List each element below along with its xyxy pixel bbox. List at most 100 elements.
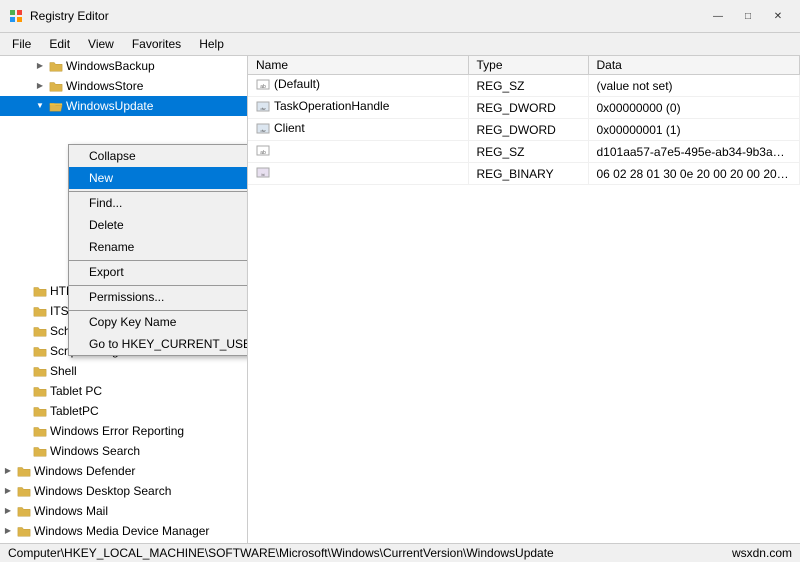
ctx-rename[interactable]: Rename — [69, 236, 247, 258]
folder-icon — [32, 423, 48, 439]
registry-table: Name Type Data ab (Default) REG_SZ — [248, 56, 800, 185]
expand-arrow — [0, 463, 16, 479]
expand-arrow — [16, 443, 32, 459]
expand-arrow — [32, 98, 48, 114]
row-data: 0x00000000 (0) — [588, 97, 800, 119]
tree-item-shell[interactable]: Shell — [0, 361, 247, 381]
minimize-button[interactable]: — — [704, 6, 732, 26]
tree-item-wmdm[interactable]: Windows Media Device Manager — [0, 521, 247, 541]
row-name: ab (Default) — [248, 75, 468, 97]
tree-item-windows-desktop-search[interactable]: Windows Desktop Search — [0, 481, 247, 501]
menu-favorites[interactable]: Favorites — [124, 35, 189, 53]
tree-label: Windows Search — [50, 442, 140, 460]
folder-icon — [48, 58, 64, 74]
tree-label: TabletPC — [50, 402, 99, 420]
folder-icon — [16, 463, 32, 479]
tree-item-windows-search[interactable]: Windows Search — [0, 441, 247, 461]
ctx-delete[interactable]: Delete — [69, 214, 247, 236]
close-button[interactable]: ✕ — [764, 6, 792, 26]
tree-item-windows-mail[interactable]: Windows Mail — [0, 501, 247, 521]
table-row[interactable]: dw Client REG_DWORD 0x00000001 (1) — [248, 119, 800, 141]
col-header-data[interactable]: Data — [588, 56, 800, 75]
table-row[interactable]: bi REG_BINARY 06 02 28 01 30 0e 20 00 20… — [248, 163, 800, 185]
registry-table-wrapper[interactable]: Name Type Data ab (Default) REG_SZ — [248, 56, 800, 543]
ctx-collapse[interactable]: Collapse — [69, 145, 247, 167]
folder-icon — [32, 303, 48, 319]
tree-panel: WindowsBackup WindowsStore WindowsUpdate — [0, 56, 248, 543]
app-icon — [8, 8, 24, 24]
table-row[interactable]: ab REG_SZ d101aa57-a7e5-495e-ab34-9b3a8c… — [248, 141, 800, 163]
menu-help[interactable]: Help — [191, 35, 232, 53]
expand-arrow — [0, 503, 16, 519]
context-menu: Collapse New Key String Value Binary Val… — [68, 144, 247, 356]
title-bar: Registry Editor — □ ✕ — [0, 0, 800, 33]
folder-icon — [32, 363, 48, 379]
folder-icon — [32, 403, 48, 419]
window-title: Registry Editor — [30, 9, 109, 23]
expand-arrow — [0, 483, 16, 499]
ctx-find[interactable]: Find... — [69, 191, 247, 214]
expand-arrow — [16, 343, 32, 359]
row-type: REG_DWORD — [468, 97, 588, 119]
row-type: REG_DWORD — [468, 119, 588, 141]
tree-label: WindowsUpdate — [66, 97, 153, 115]
tree-item-windows-defender[interactable]: Windows Defender — [0, 461, 247, 481]
menu-view[interactable]: View — [80, 35, 122, 53]
expand-arrow — [0, 523, 16, 539]
table-row[interactable]: ab (Default) REG_SZ (value not set) — [248, 75, 800, 97]
row-data: 06 02 28 01 30 0e 20 00 20 00 20 00 20 0… — [588, 163, 800, 185]
menu-file[interactable]: File — [4, 35, 39, 53]
tree-item-tabletpc[interactable]: TabletPC — [0, 401, 247, 421]
expand-arrow — [16, 403, 32, 419]
table-row[interactable]: dw TaskOperationHandle REG_DWORD 0x00000… — [248, 97, 800, 119]
row-name: bi — [248, 163, 468, 185]
tree-item-wmf[interactable]: Windows Media Foundation — [0, 541, 247, 543]
row-name: ab — [248, 141, 468, 163]
tree-label: WindowsStore — [66, 77, 143, 95]
folder-icon-open — [48, 98, 64, 114]
folder-icon — [16, 483, 32, 499]
ctx-new[interactable]: New Key String Value Binary Value DWORD … — [69, 167, 247, 189]
tree-item-windowsupdate[interactable]: WindowsUpdate — [0, 96, 247, 116]
tree-item-windowsstore[interactable]: WindowsStore — [0, 76, 247, 96]
tree-item-windowsbackup[interactable]: WindowsBackup — [0, 56, 247, 76]
tree-item-tablet-pc[interactable]: Tablet PC — [0, 381, 247, 401]
ctx-goto-hkcu[interactable]: Go to HKEY_CURRENT_USER — [69, 333, 247, 355]
folder-icon — [16, 503, 32, 519]
maximize-button[interactable]: □ — [734, 6, 762, 26]
tree-scroll[interactable]: WindowsBackup WindowsStore WindowsUpdate — [0, 56, 247, 543]
expand-arrow — [16, 303, 32, 319]
svg-text:ab: ab — [260, 84, 266, 90]
folder-icon — [32, 283, 48, 299]
expand-arrow — [16, 323, 32, 339]
col-header-type[interactable]: Type — [468, 56, 588, 75]
row-data: 0x00000001 (1) — [588, 119, 800, 141]
ctx-export[interactable]: Export — [69, 260, 247, 283]
tree-label: Shell — [50, 362, 77, 380]
tree-label: Windows Media Device Manager — [34, 522, 209, 540]
menu-bar: File Edit View Favorites Help — [0, 33, 800, 56]
expand-arrow — [16, 383, 32, 399]
status-site: wsxdn.com — [732, 546, 792, 560]
main-area: WindowsBackup WindowsStore WindowsUpdate — [0, 56, 800, 543]
window-controls: — □ ✕ — [704, 6, 792, 26]
status-path: Computer\HKEY_LOCAL_MACHINE\SOFTWARE\Mic… — [8, 546, 554, 560]
menu-edit[interactable]: Edit — [41, 35, 78, 53]
expand-arrow — [16, 363, 32, 379]
expand-arrow — [32, 58, 48, 74]
ctx-copy-key-name[interactable]: Copy Key Name — [69, 310, 247, 333]
folder-icon — [16, 523, 32, 539]
ctx-permissions[interactable]: Permissions... — [69, 285, 247, 308]
tree-label: Windows Mail — [34, 502, 108, 520]
expand-arrow — [16, 283, 32, 299]
row-data: d101aa57-a7e5-495e-ab34-9b3a8cdb97bf — [588, 141, 800, 163]
tree-label: Windows Desktop Search — [34, 482, 171, 500]
folder-icon — [32, 343, 48, 359]
svg-text:ab: ab — [260, 150, 266, 156]
row-name: dw Client — [248, 119, 468, 141]
tree-label: Windows Error Reporting — [50, 422, 184, 440]
col-header-name[interactable]: Name — [248, 56, 468, 75]
tree-item-wer[interactable]: Windows Error Reporting — [0, 421, 247, 441]
tree-label: WindowsBackup — [66, 57, 155, 75]
row-type: REG_BINARY — [468, 163, 588, 185]
